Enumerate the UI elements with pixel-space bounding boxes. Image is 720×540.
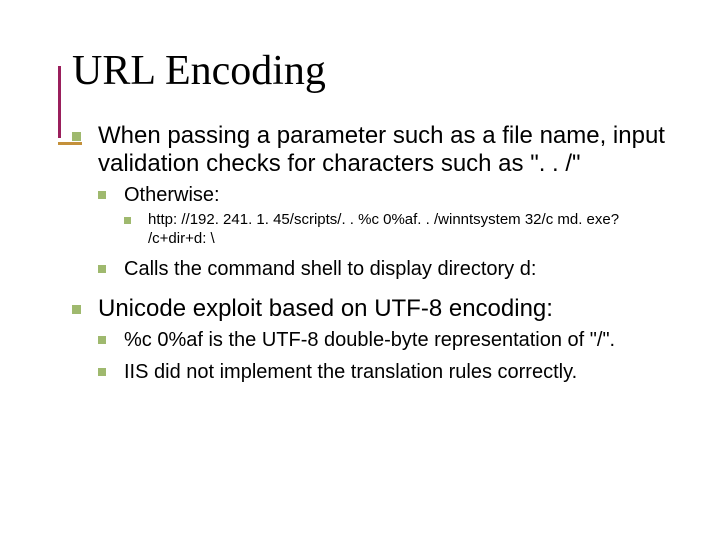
bullet-l3: http: //192. 241. 1. 45/scripts/. . %c 0… [124,211,680,249]
bullet-l2: Otherwise: http: //192. 241. 1. 45/scrip… [98,183,680,249]
bullet-l2: IIS did not implement the translation ru… [98,360,680,384]
square-bullet-icon [98,191,106,199]
bullet-text: IIS did not implement the translation ru… [124,361,577,383]
bullet-text: %c 0%af is the UTF-8 double-byte represe… [124,329,615,351]
bullet-text: When passing a parameter such as a file … [98,122,665,177]
bullet-l2: %c 0%af is the UTF-8 double-byte represe… [98,328,680,352]
bullet-l1: When passing a parameter such as a file … [72,122,680,281]
square-bullet-icon [98,265,106,273]
slide: URL Encoding When passing a parameter su… [0,0,720,540]
bullet-text: http: //192. 241. 1. 45/scripts/. . %c 0… [148,211,619,247]
bullet-list: When passing a parameter such as a file … [72,122,680,384]
accent-vertical [58,66,61,138]
square-bullet-icon [98,368,106,376]
slide-title: URL Encoding [72,48,680,94]
bullet-l2: Calls the command shell to display direc… [98,257,680,281]
bullet-text: Calls the command shell to display direc… [124,258,536,280]
square-bullet-icon [98,336,106,344]
bullet-l1: Unicode exploit based on UTF-8 encoding:… [72,295,680,385]
square-bullet-icon [72,132,81,141]
bullet-text: Otherwise: [124,184,220,206]
bullet-text: Unicode exploit based on UTF-8 encoding: [98,295,553,322]
square-bullet-icon [124,217,131,224]
square-bullet-icon [72,305,81,314]
